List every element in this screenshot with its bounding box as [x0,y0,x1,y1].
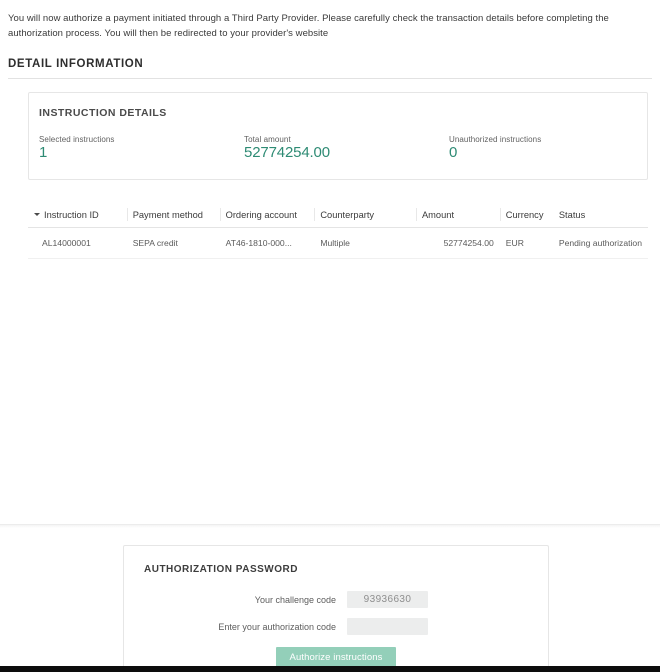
metric-value: 52774254.00 [244,143,330,161]
instruction-metrics: Selected instructions 1 Total amount 527… [39,135,631,161]
cell-instruction-id: AL14000001 [28,227,127,259]
column-header-label: Status [558,209,586,220]
column-header-status[interactable]: Status [552,205,648,228]
column-header-ordering-account[interactable]: Ordering account [219,205,315,228]
metric-total-amount: Total amount 52774254.00 [244,135,449,161]
instruction-details-card: INSTRUCTION DETAILS Selected instruction… [28,91,648,180]
column-header-currency[interactable]: Currency [499,205,553,228]
column-header-label: Payment method [132,209,203,220]
table-header-row: Instruction ID Payment method Ordering a… [28,205,648,228]
caret-down-icon [34,212,40,216]
authorization-code-row: Enter your authorization code [144,618,528,635]
metric-selected-instructions: Selected instructions 1 [39,135,244,161]
intro-paragraph: You will now authorize a payment initiat… [8,13,609,40]
column-header-instruction-id[interactable]: Instruction ID [28,205,127,228]
authorization-password-card: AUTHORIZATION PASSWORD Your challenge co… [123,545,549,672]
challenge-code-label: Your challenge code [254,594,336,605]
column-header-payment-method[interactable]: Payment method [126,205,220,228]
column-header-label: Currency [505,209,544,220]
cell-status: Pending authorization [552,227,648,259]
cell-payment-method: SEPA credit [126,227,220,259]
column-header-label: Ordering account [225,209,297,220]
authorization-region: AUTHORIZATION PASSWORD Your challenge co… [0,524,660,672]
challenge-code-row: Your challenge code [144,591,528,608]
bottom-bar [0,666,660,672]
instructions-table: Instruction ID Payment method Ordering a… [28,205,648,259]
cell-amount: 52774254.00 [415,227,500,259]
metric-label: Unauthorized instructions [449,134,542,144]
page-title: DETAIL INFORMATION [8,57,144,70]
challenge-code-field [347,591,428,608]
table-row[interactable]: AL14000001 SEPA credit AT46-1810-000... … [28,227,648,259]
metric-value: 0 [449,143,458,161]
metric-label: Total amount [244,134,291,144]
cell-counterparty: Multiple [314,227,416,259]
metric-label: Selected instructions [39,134,115,144]
column-header-label: Instruction ID [44,209,99,220]
column-header-amount[interactable]: Amount [415,205,500,228]
authorization-password-title: AUTHORIZATION PASSWORD [144,564,298,575]
cell-currency: EUR [499,227,553,259]
authorization-code-label: Enter your authorization code [218,621,336,632]
column-header-counterparty[interactable]: Counterparty [314,205,416,228]
cell-ordering-account: AT46-1810-000... [219,227,315,259]
instruction-details-title: INSTRUCTION DETAILS [39,106,167,119]
instructions-table-wrapper: Instruction ID Payment method Ordering a… [28,205,648,259]
authorization-code-input[interactable] [347,618,428,635]
metric-unauthorized-instructions: Unauthorized instructions 0 [449,135,541,161]
column-header-label: Counterparty [320,209,375,220]
detail-information-header: DETAIL INFORMATION [8,58,652,79]
column-header-label: Amount [421,209,455,220]
metric-value: 1 [39,143,48,161]
